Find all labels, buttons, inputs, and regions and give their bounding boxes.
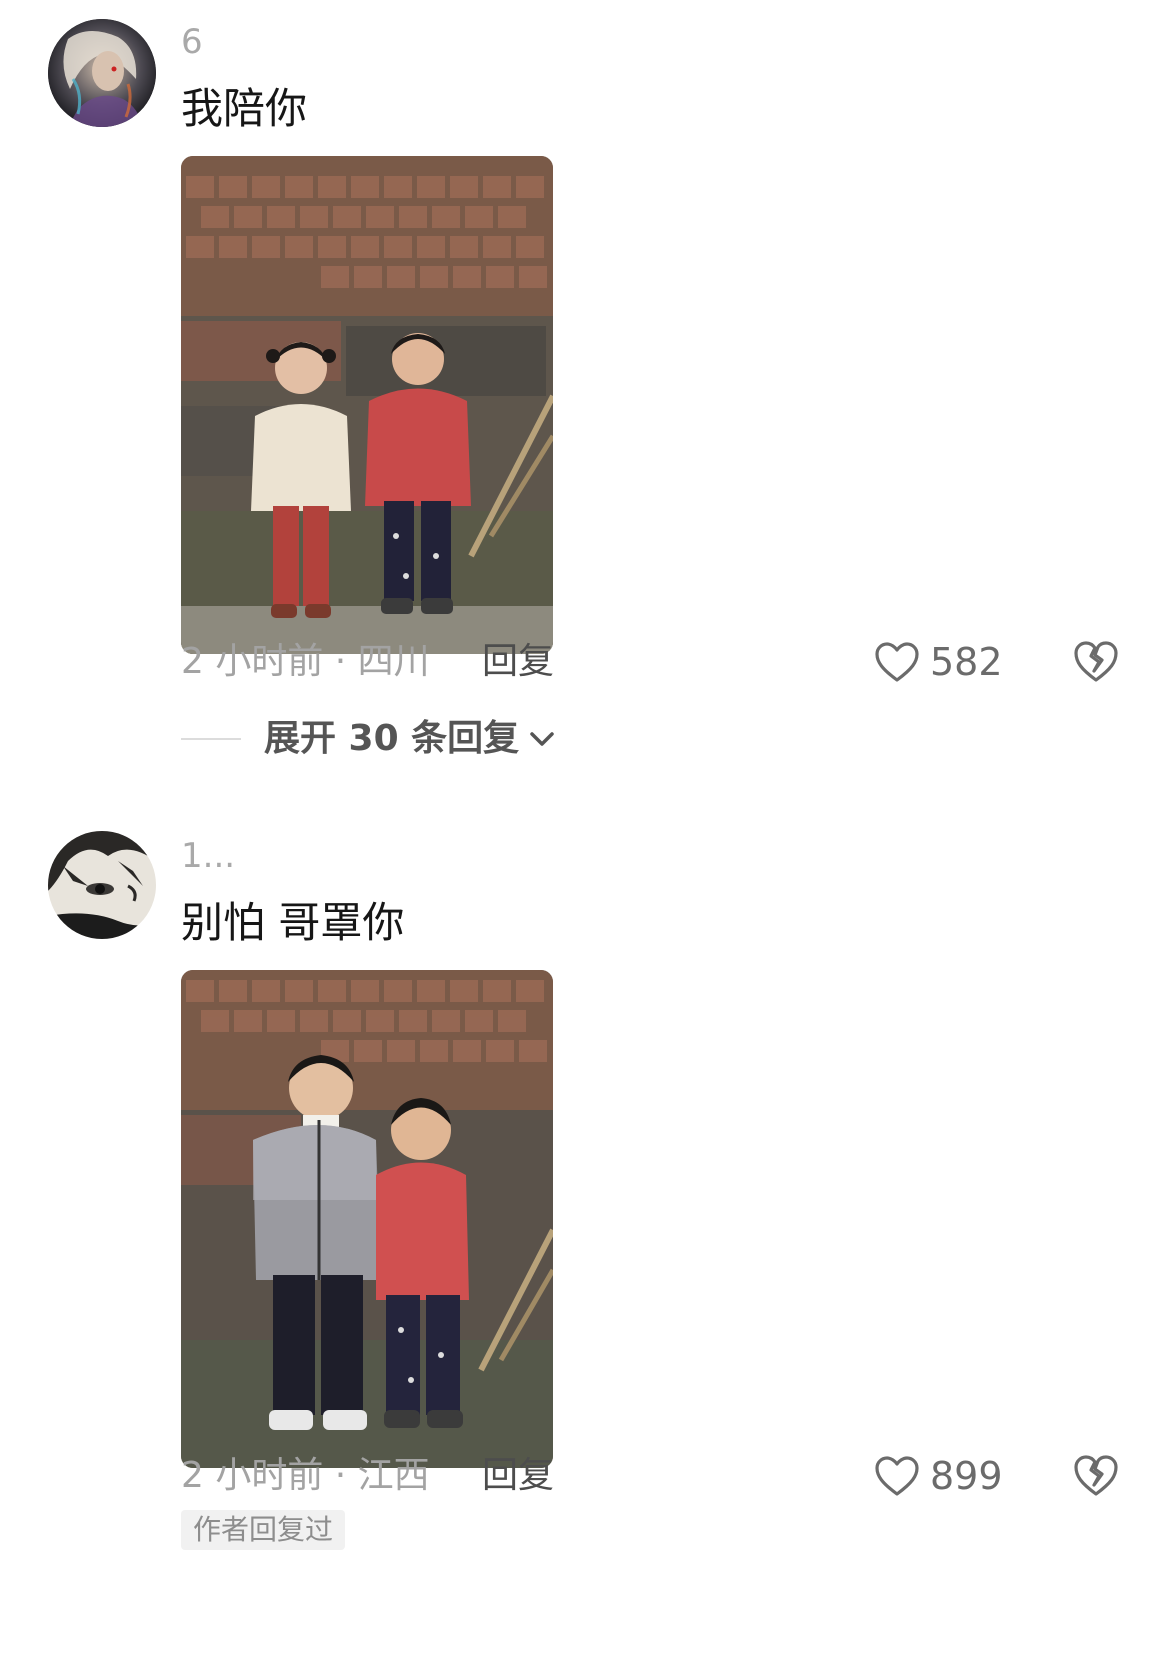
user-avatar[interactable]	[48, 831, 156, 939]
dislike-button[interactable]	[1072, 1452, 1120, 1500]
photo-two-boys-icon	[181, 970, 553, 1468]
like-count: 582	[930, 640, 1003, 684]
heart-icon	[875, 642, 919, 682]
author-replied-badge: 作者回复过	[181, 1510, 346, 1550]
expand-replies-label: 展开 30 条回复	[264, 718, 520, 759]
chevron-down-icon	[530, 732, 554, 746]
like-button[interactable]: 582	[874, 638, 1003, 686]
reply-button[interactable]: 回复	[482, 1454, 554, 1498]
like-count: 899	[930, 1454, 1003, 1498]
like-button[interactable]: 899	[874, 1452, 1003, 1500]
expand-replies-button[interactable]: 展开 30 条回复	[264, 717, 557, 761]
comment-meta: 2 小时前 · 江西	[181, 1455, 430, 1496]
expand-divider	[181, 738, 241, 740]
anime-girl-avatar-icon	[48, 19, 156, 127]
username[interactable]: 1...	[181, 836, 235, 876]
username[interactable]: 6	[181, 22, 203, 62]
anime-boy-avatar-icon	[48, 831, 156, 939]
comment-photo[interactable]	[181, 156, 553, 654]
comment-photo[interactable]	[181, 970, 553, 1468]
comment-text: 我陪你	[181, 84, 308, 133]
reply-button[interactable]: 回复	[482, 640, 554, 684]
dislike-button[interactable]	[1072, 638, 1120, 686]
comment-text: 别怕 哥罩你	[181, 898, 405, 947]
comment-meta: 2 小时前 · 四川	[181, 641, 430, 682]
user-avatar[interactable]	[48, 19, 156, 127]
broken-heart-icon	[1074, 641, 1118, 682]
broken-heart-icon	[1074, 1455, 1118, 1496]
photo-girl-and-boy-icon	[181, 156, 553, 654]
heart-icon	[875, 1456, 919, 1496]
